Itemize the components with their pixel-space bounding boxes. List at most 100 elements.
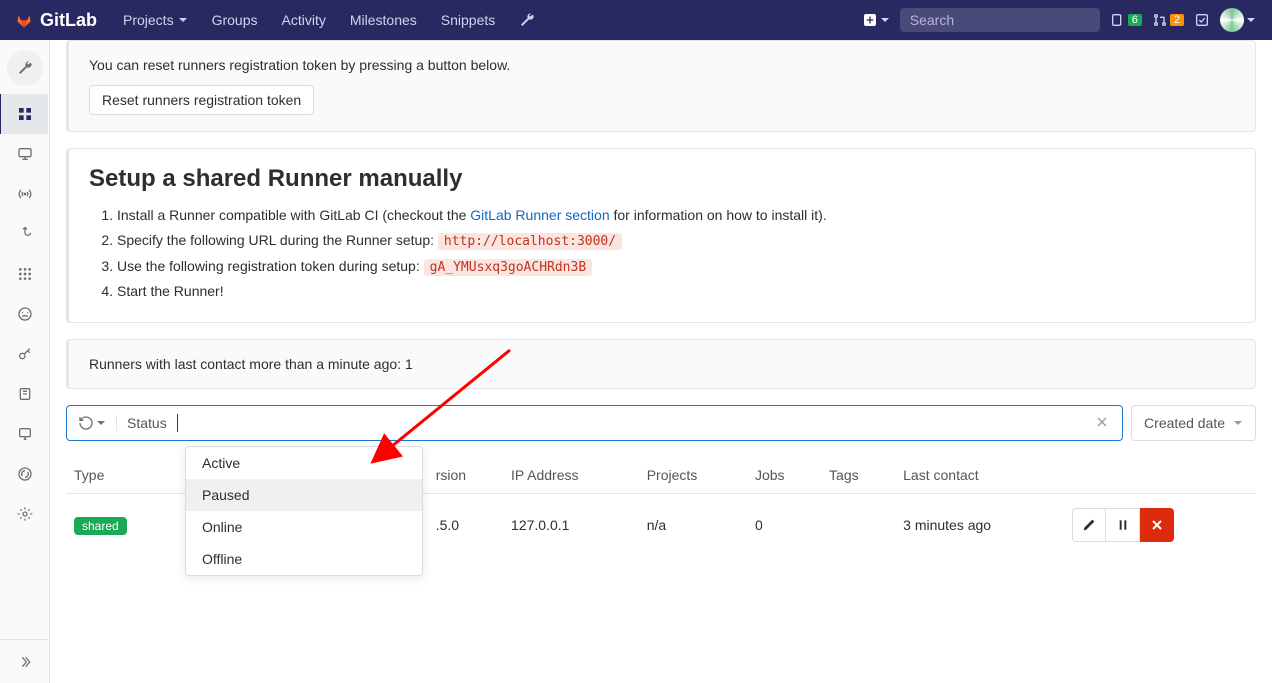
sidebar-admin-wrench[interactable] [7, 50, 43, 86]
search-box[interactable] [900, 8, 1100, 32]
todos[interactable] [1194, 12, 1210, 28]
user-menu[interactable] [1220, 8, 1256, 32]
th-projects: Projects [639, 457, 747, 494]
setup-step-3: Use the following registration token dur… [117, 256, 1235, 278]
appearance-icon [17, 426, 33, 442]
reset-token-button[interactable]: Reset runners registration token [89, 85, 314, 115]
setup-steps: Install a Runner compatible with GitLab … [117, 205, 1235, 302]
setup-url-code: http://localhost:3000/ [438, 233, 622, 250]
monitor-icon [17, 146, 33, 162]
sidebar-applications[interactable] [5, 254, 45, 294]
sidebar-deploy-keys[interactable] [5, 334, 45, 374]
dropdown-item-online[interactable]: Online [186, 511, 422, 543]
wrench-icon [17, 60, 33, 76]
issues-icon [1110, 12, 1126, 28]
sidebar-messages[interactable] [5, 174, 45, 214]
th-last-contact: Last contact [895, 457, 1064, 494]
abuse-icon [17, 306, 33, 322]
sidebar-settings[interactable] [5, 494, 45, 534]
th-ip: IP Address [503, 457, 639, 494]
sidebar-appearance[interactable] [5, 414, 45, 454]
dropdown-item-active[interactable]: Active [186, 447, 422, 479]
filter-token-status[interactable]: Status [117, 415, 177, 431]
reset-token-panel: You can reset runners registration token… [66, 40, 1256, 132]
cell-jobs: 0 [747, 494, 821, 557]
sort-dropdown[interactable]: Created date [1131, 405, 1256, 441]
status-dropdown: Active Paused Online Offline [185, 446, 423, 576]
settings-link-icon [17, 466, 33, 482]
filter-clear-button[interactable] [1082, 414, 1122, 433]
chevron-down-icon [1246, 15, 1256, 25]
cell-ip: 127.0.0.1 [503, 494, 639, 557]
filter-box[interactable]: Status Active Paused Online Offline [66, 405, 1123, 441]
remove-runner-button[interactable] [1140, 508, 1174, 542]
th-version: rsion [428, 457, 503, 494]
issues-counter[interactable]: 6 [1110, 12, 1142, 28]
sort-label: Created date [1144, 415, 1225, 431]
filter-row: Status Active Paused Online Offline Crea… [66, 405, 1256, 441]
row-actions [1072, 508, 1248, 542]
chevron-down-icon [1233, 418, 1243, 428]
expand-icon [17, 654, 33, 670]
type-badge-shared: shared [74, 517, 127, 535]
nav-projects[interactable]: Projects [113, 12, 198, 28]
filter-history-button[interactable] [67, 415, 117, 431]
sidebar-monitoring[interactable] [5, 134, 45, 174]
cell-tags [821, 494, 895, 557]
wrench-icon [519, 12, 535, 28]
hook-icon [17, 226, 33, 242]
th-tags: Tags [821, 457, 895, 494]
applications-icon [17, 266, 33, 282]
chevron-down-icon [96, 418, 106, 428]
history-icon [78, 415, 94, 431]
setup-title: Setup a shared Runner manually [89, 165, 1235, 193]
brand-text: GitLab [40, 10, 97, 31]
gitlab-logo-icon [16, 12, 32, 28]
filter-input[interactable] [178, 406, 1082, 440]
sidebar-toggle[interactable] [0, 639, 49, 683]
stale-text: Runners with last contact more than a mi… [89, 356, 1235, 372]
pause-runner-button[interactable] [1106, 508, 1140, 542]
th-jobs: Jobs [747, 457, 821, 494]
nav-activity[interactable]: Activity [272, 12, 336, 28]
nav-groups[interactable]: Groups [202, 12, 268, 28]
sidebar-labels[interactable] [5, 374, 45, 414]
sidebar-settings-link[interactable] [5, 454, 45, 494]
gear-icon [17, 506, 33, 522]
main-content: You can reset runners registration token… [50, 40, 1272, 572]
admin-sidebar [0, 40, 50, 683]
nav-links: Projects Groups Activity Milestones Snip… [113, 12, 545, 28]
stale-runners-panel: Runners with last contact more than a mi… [66, 339, 1256, 389]
key-icon [17, 346, 33, 362]
setup-runner-panel: Setup a shared Runner manually Install a… [66, 148, 1256, 323]
mr-counter[interactable]: 2 [1152, 12, 1184, 28]
setup-step-1: Install a Runner compatible with GitLab … [117, 205, 1235, 226]
chevron-down-icon [880, 15, 890, 25]
search-input[interactable] [910, 12, 1091, 28]
edit-runner-button[interactable] [1072, 508, 1106, 542]
close-icon [1094, 414, 1110, 430]
new-button[interactable] [862, 12, 890, 28]
avatar [1220, 8, 1244, 32]
broadcast-icon [17, 186, 33, 202]
reset-token-text: You can reset runners registration token… [89, 57, 1235, 73]
sidebar-abuse[interactable] [5, 294, 45, 334]
sidebar-hooks[interactable] [5, 214, 45, 254]
nav-admin-wrench[interactable] [509, 12, 545, 28]
plus-icon [862, 12, 878, 28]
close-icon [1149, 517, 1165, 533]
merge-request-icon [1152, 12, 1168, 28]
book-icon [17, 386, 33, 402]
pencil-icon [1081, 517, 1097, 533]
nav-milestones[interactable]: Milestones [340, 12, 427, 28]
setup-step-4: Start the Runner! [117, 281, 1235, 302]
gitlab-runner-link[interactable]: GitLab Runner section [470, 207, 609, 223]
dropdown-item-paused[interactable]: Paused [186, 479, 422, 511]
setup-step-2: Specify the following URL during the Run… [117, 230, 1235, 252]
brand-logo[interactable]: GitLab [16, 10, 97, 31]
th-type: Type [66, 457, 178, 494]
nav-snippets[interactable]: Snippets [431, 12, 505, 28]
todo-icon [1194, 12, 1210, 28]
dropdown-item-offline[interactable]: Offline [186, 543, 422, 575]
sidebar-overview[interactable] [0, 94, 48, 134]
